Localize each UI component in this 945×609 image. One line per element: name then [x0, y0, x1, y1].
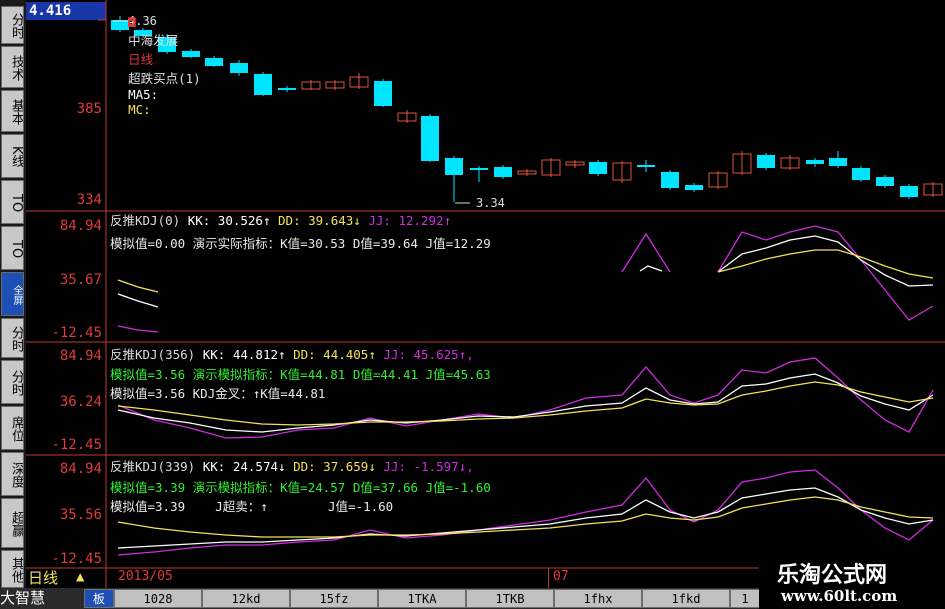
j-line — [117, 325, 159, 333]
panel3-kk: KK: 24.574↓ — [202, 459, 286, 474]
candle — [421, 116, 439, 161]
candlesticks — [111, 16, 943, 202]
candle — [876, 177, 894, 186]
candle — [470, 168, 488, 170]
bottom-tab-ban[interactable]: 板 — [84, 589, 114, 608]
panel2-header: 反推KDJ(356) KK: 44.812↑ DD: 44.405↑ JJ: 4… — [110, 344, 474, 363]
panel3-signal: 模拟值=3.39 J超卖：↑ J值=-1.60 — [110, 499, 394, 514]
candle — [685, 185, 703, 190]
panel2-title: 反推KDJ(356) — [110, 347, 196, 362]
bottom-tab-1[interactable]: 1 — [730, 589, 760, 608]
candle — [254, 74, 272, 95]
panel3-title: 反推KDJ(339) — [110, 459, 196, 474]
candle — [757, 155, 775, 168]
d-line — [717, 249, 934, 279]
k-line — [117, 293, 159, 308]
candle — [829, 158, 847, 166]
panel2-kk: KK: 44.812↑ — [202, 347, 286, 362]
low-label: 3.34 — [476, 196, 505, 210]
panel1-header: 反推KDJ(0) KK: 30.526↑ DD: 39.643↓ JJ: 12.… — [110, 210, 451, 229]
panel3-dd: DD: 37.659↓ — [293, 459, 376, 474]
panel1-kk: KK: 30.526↑ — [187, 213, 271, 228]
candle — [806, 160, 824, 164]
panel1-title: 反推KDJ(0) — [110, 213, 181, 228]
bottom-tab-1fhx[interactable]: 1fhx — [554, 589, 642, 608]
panel1-sim: 模拟值=0.00 演示实际指标：K值=30.53 D值=39.64 J值=12.… — [110, 236, 491, 251]
bottom-tab-12kd[interactable]: 12kd — [202, 589, 290, 608]
indicator-dot-icon: ◘ — [128, 15, 136, 30]
date-label-may: 2013/05 — [118, 569, 173, 584]
panel2-jj: JJ: 45.625↑, — [383, 347, 474, 362]
date-label-jul: 07 — [553, 569, 569, 584]
candle — [374, 81, 392, 106]
triangle-up-icon[interactable]: ▲ — [76, 569, 84, 585]
period-label[interactable]: 日线 — [128, 52, 153, 67]
j-line — [717, 225, 934, 321]
candle — [900, 186, 918, 197]
bottom-tab-1fkd[interactable]: 1fkd — [642, 589, 730, 608]
panel3-sim: 模拟值=3.39 演示模拟指标：K值=24.57 D值=37.66 J值=-1.… — [110, 480, 491, 495]
watermark-url: www.60lt.com — [781, 587, 898, 605]
bottom-tab-1tkb[interactable]: 1TKB — [466, 589, 554, 608]
candle — [852, 168, 870, 180]
panel2-dd: DD: 44.405↑ — [293, 347, 376, 362]
candle — [230, 63, 248, 73]
indicator-name: 超跌买点(1) — [128, 71, 201, 86]
bottom-tab-1tka[interactable]: 1TKA — [378, 589, 466, 608]
candle — [661, 172, 679, 188]
panel1-dd: DD: 39.643↓ — [278, 213, 361, 228]
day-label[interactable]: 日线 — [28, 567, 58, 588]
k-line — [717, 235, 934, 287]
panel3-header: 反推KDJ(339) KK: 24.574↓ DD: 37.659↓ JJ: -… — [110, 456, 474, 475]
bottom-tab-1028[interactable]: 1028 — [114, 589, 202, 608]
brand-label: 大智慧 — [0, 589, 46, 607]
watermark: 乐淘公式网 www.60lt.com — [759, 555, 945, 609]
watermark-title: 乐淘公式网 — [777, 563, 888, 588]
k-line — [639, 265, 663, 272]
chart-header: ◘ 中海发展 日线 超跌买点(1) MA5: MC: — [113, 0, 201, 117]
panel2-sim: 模拟值=3.56 演示模拟指标：K值=44.81 D值=44.41 J值=45.… — [110, 367, 491, 382]
candle — [205, 58, 223, 66]
candle — [278, 88, 296, 90]
mc-label: MC: — [128, 102, 151, 117]
bottom-tab-15fz[interactable]: 15fz — [290, 589, 378, 608]
candle — [445, 158, 463, 175]
month-divider — [548, 568, 549, 588]
candle — [637, 165, 655, 167]
ma5-label: MA5: — [128, 87, 159, 102]
candle — [589, 162, 607, 174]
panel2-signal: 模拟值=3.56 KDJ金叉：↑K值=44.81 — [110, 386, 326, 401]
stock-name: 中海发展 — [128, 33, 179, 48]
panel3-jj: JJ: -1.597↓, — [383, 459, 474, 474]
panel1-jj: JJ: 12.292↑ — [368, 213, 452, 228]
j-line — [621, 232, 671, 273]
candle — [494, 167, 512, 177]
d-line — [117, 279, 159, 293]
